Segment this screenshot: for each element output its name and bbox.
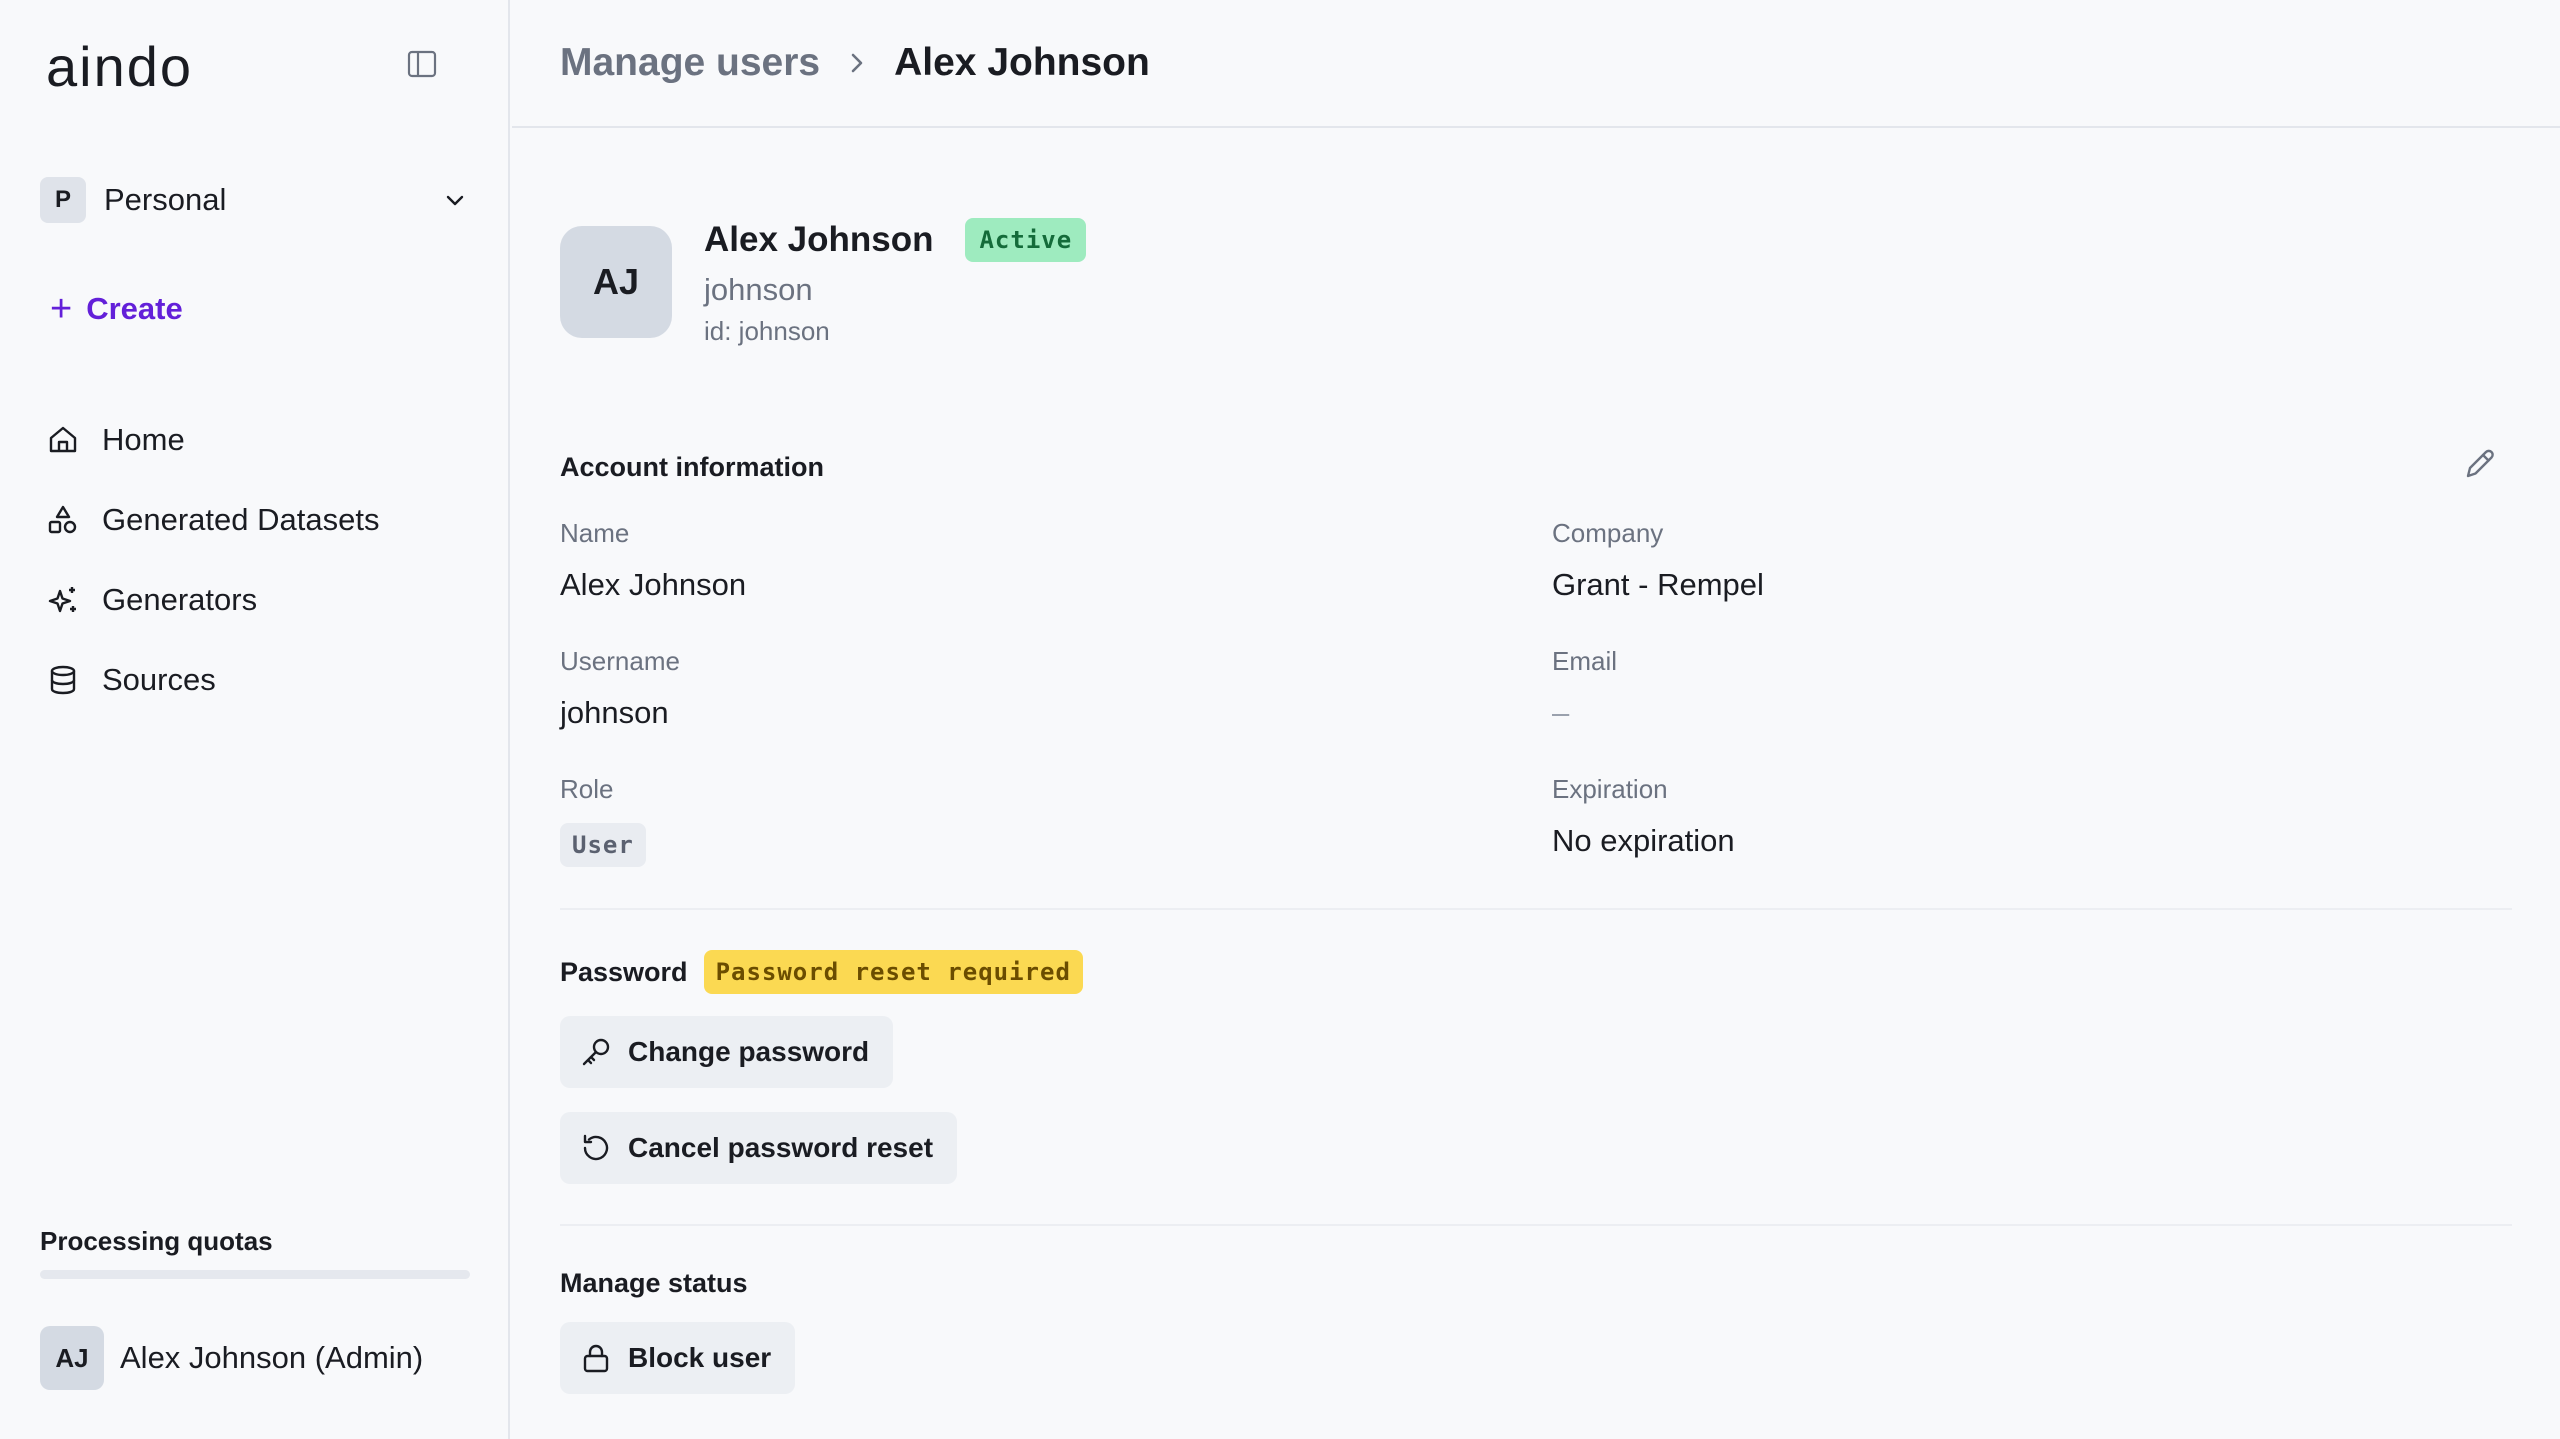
email-label: Email bbox=[1552, 646, 1618, 676]
user-detail: AJ Alex Johnson Active johnson id: johns… bbox=[560, 160, 2512, 1430]
processing-quotas-bar bbox=[40, 1270, 470, 1279]
sidebar-item-label: Home bbox=[102, 422, 185, 457]
breadcrumb: Manage users Alex Johnson bbox=[512, 0, 2560, 128]
field-company: Company Grant - Rempel bbox=[1552, 518, 1764, 603]
sidebar: aindo P Personal + Create Home Generated… bbox=[0, 0, 510, 1439]
expiration-value: No expiration bbox=[1552, 823, 1735, 858]
create-label: Create bbox=[86, 291, 183, 326]
home-icon bbox=[46, 423, 80, 457]
block-user-button[interactable]: Block user bbox=[560, 1322, 796, 1394]
status-badge: Active bbox=[965, 218, 1087, 262]
cancel-password-reset-label: Cancel password reset bbox=[628, 1132, 934, 1163]
chevron-right-icon bbox=[851, 53, 863, 73]
sidebar-item-label: Sources bbox=[102, 662, 216, 697]
account-information-title: Account information bbox=[560, 452, 824, 482]
processing-quotas-title: Processing quotas bbox=[40, 1226, 273, 1256]
avatar: AJ bbox=[560, 226, 672, 338]
field-email: Email – bbox=[1552, 646, 1617, 731]
block-user-label: Block user bbox=[628, 1342, 772, 1373]
password-reset-badge: Password reset required bbox=[703, 950, 1083, 994]
workspace-name: Personal bbox=[104, 182, 227, 217]
field-username: Username johnson bbox=[560, 646, 680, 731]
key-icon bbox=[582, 1038, 610, 1066]
sidebar-item-home[interactable]: Home bbox=[46, 400, 476, 480]
sidebar-item-label: Generators bbox=[102, 582, 258, 617]
user-username: johnson bbox=[704, 272, 813, 307]
section-divider bbox=[560, 1224, 2512, 1226]
sidebar-nav: Home Generated Datasets Generators Sourc… bbox=[46, 400, 476, 720]
breadcrumb-current: Alex Johnson bbox=[894, 41, 1150, 84]
chevron-down-icon bbox=[446, 195, 464, 206]
profile-name: Alex Johnson (Admin) bbox=[120, 1340, 424, 1375]
app-logo[interactable]: aindo bbox=[46, 34, 193, 99]
sidebar-toggle-icon bbox=[407, 50, 437, 78]
email-value: – bbox=[1552, 695, 1570, 730]
field-name: Name Alex Johnson bbox=[560, 518, 746, 603]
shapes-icon bbox=[46, 503, 80, 537]
company-label: Company bbox=[1552, 518, 1664, 548]
company-value: Grant - Rempel bbox=[1552, 567, 1764, 602]
sparkles-icon bbox=[46, 583, 80, 617]
cancel-password-reset-button[interactable]: Cancel password reset bbox=[560, 1112, 958, 1184]
workspace-badge: P bbox=[40, 177, 86, 223]
sidebar-collapse-button[interactable] bbox=[404, 48, 440, 80]
manage-status-title: Manage status bbox=[560, 1268, 748, 1298]
section-divider bbox=[560, 908, 2512, 910]
sidebar-item-generated-datasets[interactable]: Generated Datasets bbox=[46, 480, 476, 560]
user-profile-menu[interactable]: AJ Alex Johnson (Admin) bbox=[40, 1326, 423, 1390]
sidebar-item-label: Generated Datasets bbox=[102, 502, 380, 537]
database-icon bbox=[46, 663, 80, 697]
sidebar-item-generators[interactable]: Generators bbox=[46, 560, 476, 640]
name-value: Alex Johnson bbox=[560, 567, 747, 602]
pencil-icon[interactable] bbox=[2462, 446, 2498, 482]
field-role: Role User bbox=[560, 774, 646, 867]
change-password-label: Change password bbox=[628, 1036, 870, 1067]
role-badge: User bbox=[560, 823, 646, 867]
username-value: johnson bbox=[560, 695, 669, 730]
field-expiration: Expiration No expiration bbox=[1552, 774, 1735, 859]
create-button[interactable]: + Create bbox=[50, 290, 183, 328]
username-label: Username bbox=[560, 646, 680, 676]
change-password-button[interactable]: Change password bbox=[560, 1016, 894, 1088]
rotate-ccw-icon bbox=[583, 1134, 609, 1161]
expiration-label: Expiration bbox=[1552, 774, 1668, 804]
password-title: Password bbox=[560, 956, 688, 987]
user-id: id: johnson bbox=[704, 316, 830, 346]
sidebar-item-sources[interactable]: Sources bbox=[46, 640, 476, 720]
avatar: AJ bbox=[40, 1326, 104, 1390]
plus-icon: + bbox=[50, 288, 73, 330]
workspace-selector[interactable]: P Personal bbox=[40, 176, 470, 224]
breadcrumb-manage-users[interactable]: Manage users bbox=[560, 41, 820, 85]
user-name: Alex Johnson bbox=[704, 220, 934, 259]
password-header: Password Password reset required bbox=[560, 950, 1083, 994]
name-label: Name bbox=[560, 518, 630, 548]
user-header: AJ Alex Johnson Active johnson id: johns… bbox=[560, 218, 1087, 347]
role-label: Role bbox=[560, 774, 614, 804]
lock-icon bbox=[583, 1344, 609, 1373]
